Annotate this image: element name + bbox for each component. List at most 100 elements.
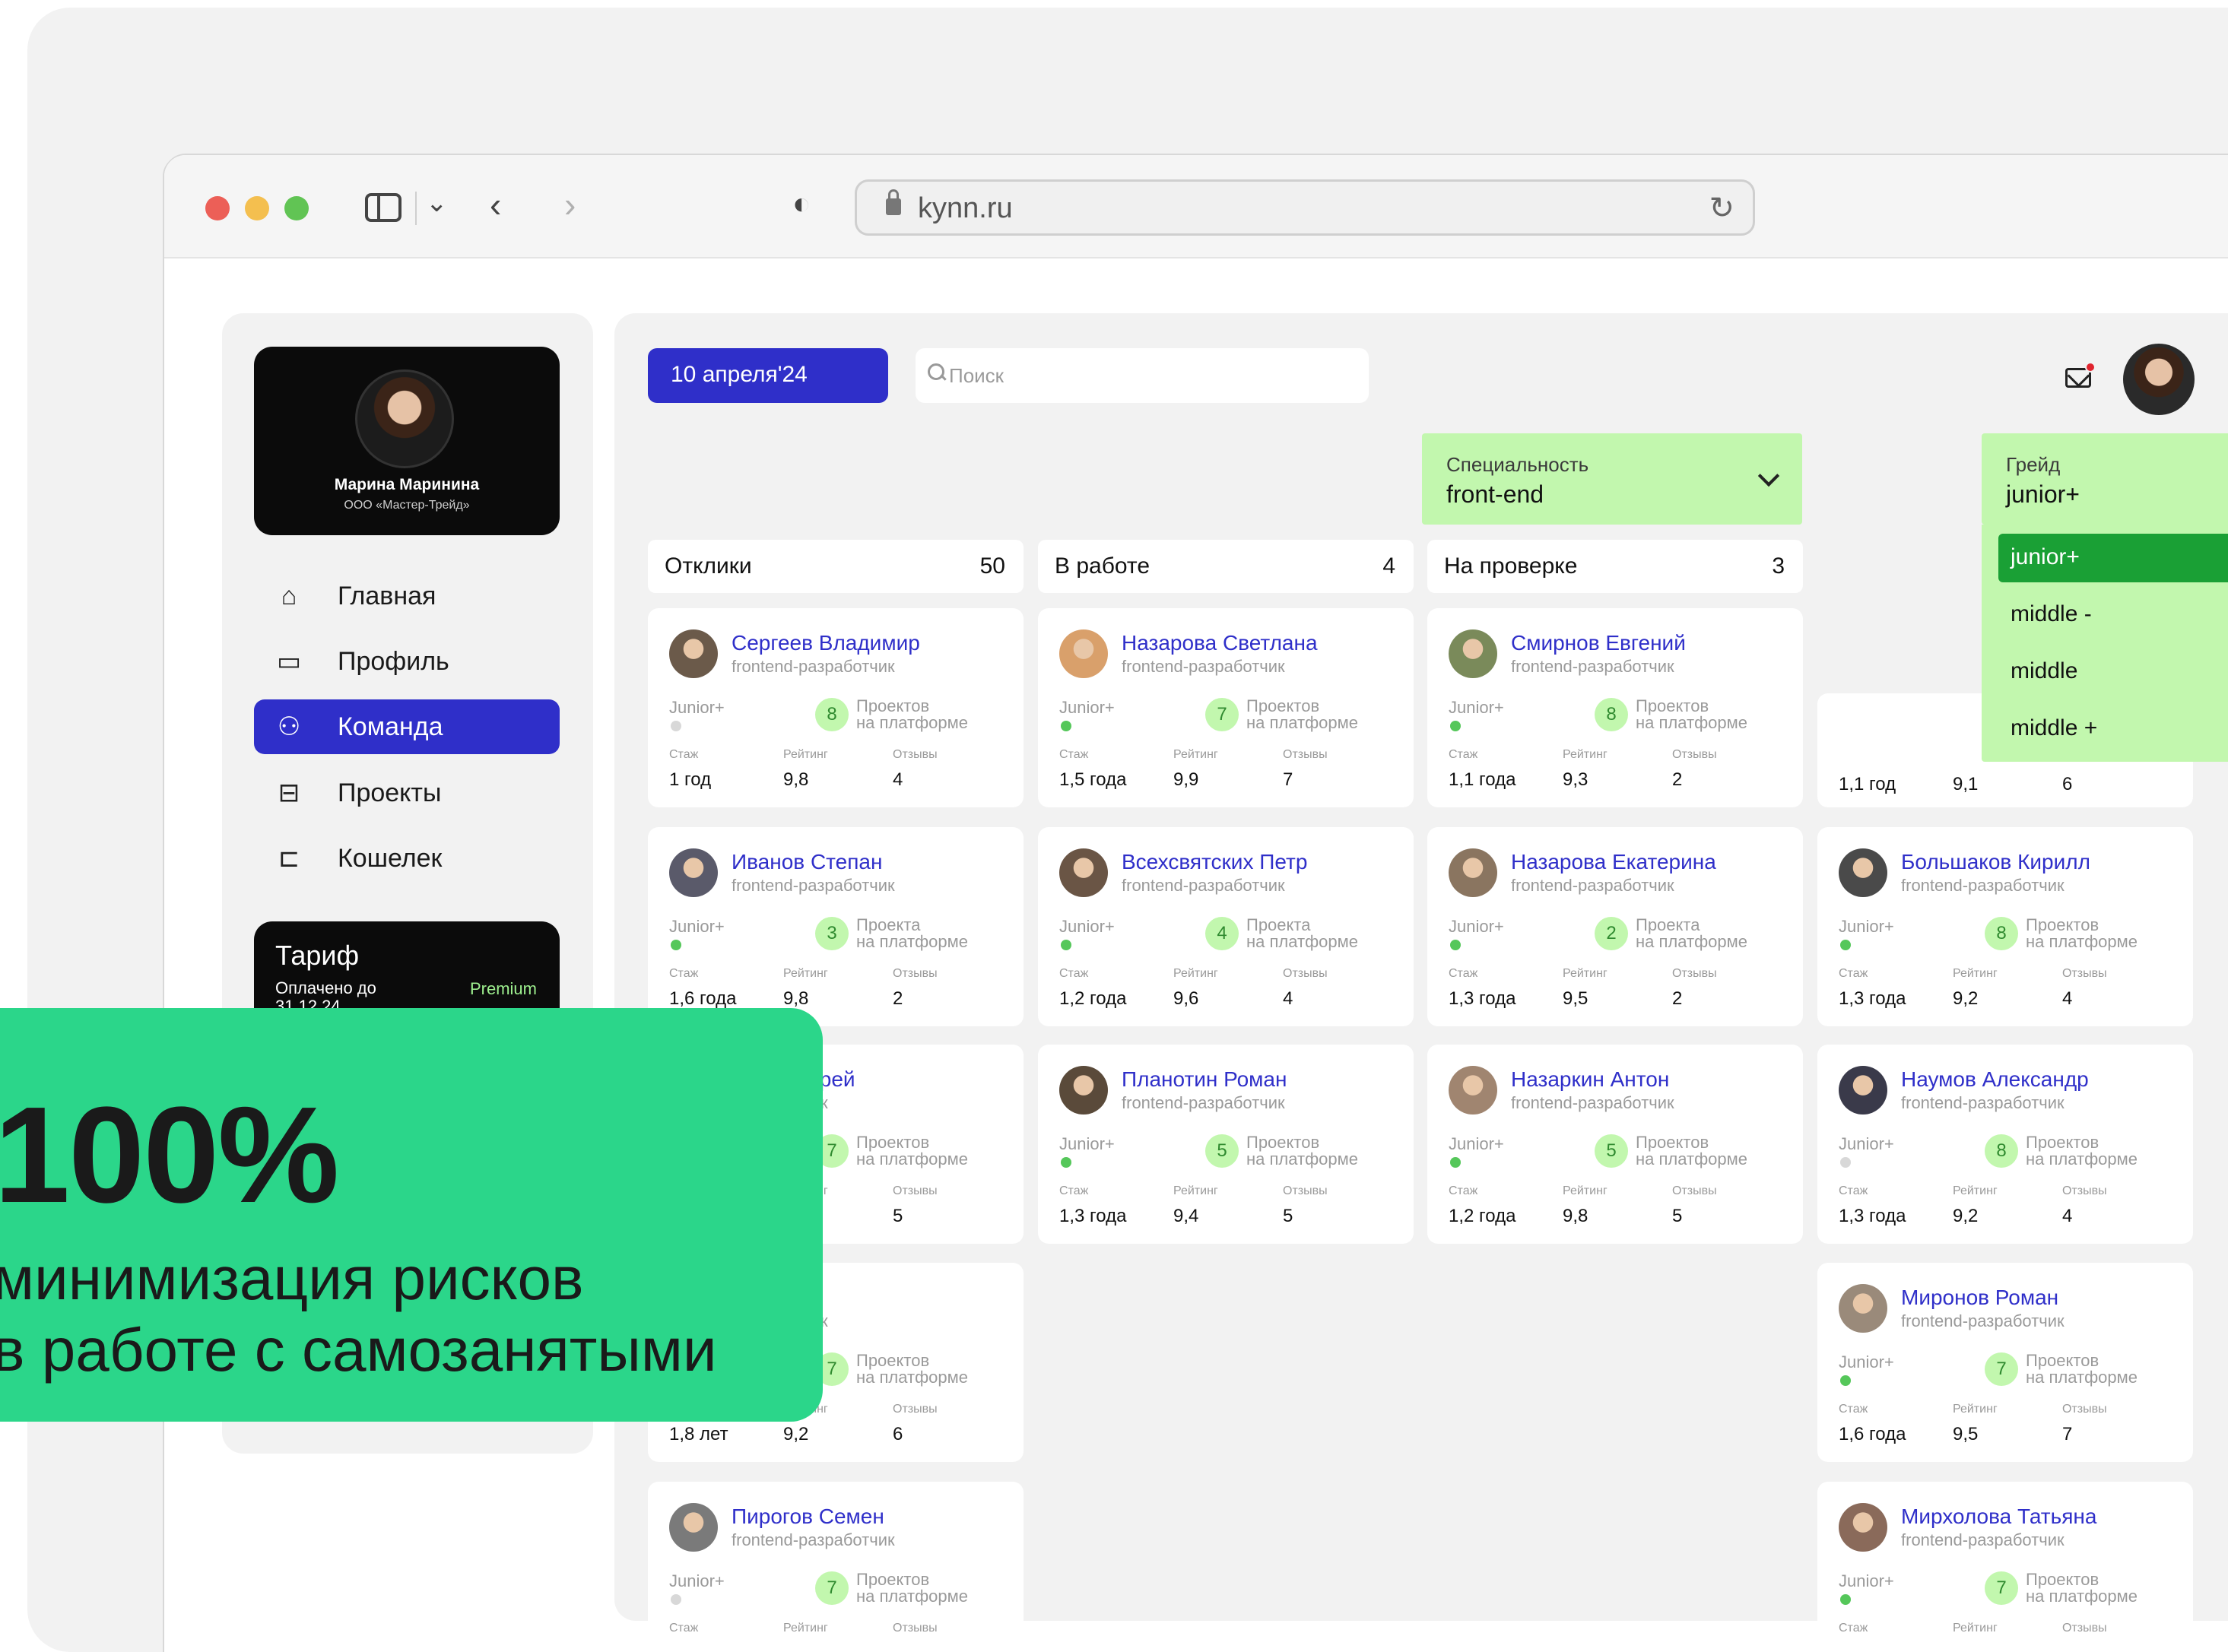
- stat-label-experience: Стаж: [1059, 748, 1089, 761]
- projects-word: Проектов: [856, 1133, 930, 1152]
- stat-label-rating: Рейтинг: [1563, 1184, 1608, 1197]
- on-platform-label: на платформе: [1636, 1149, 1748, 1168]
- back-icon[interactable]: ‹: [490, 187, 501, 222]
- stat-label-rating: Рейтинг: [1173, 967, 1218, 980]
- sidebar-item-1[interactable]: ▭ Профиль: [254, 634, 560, 689]
- stat-label-experience: Стаж: [1449, 967, 1478, 980]
- on-platform-label: на платформе: [856, 1587, 969, 1606]
- sidebar-item-0[interactable]: ⌂ Главная: [254, 569, 560, 623]
- main-panel: 10 апреля'24 Специальность front-end Гре…: [614, 313, 2228, 1652]
- candidate-name[interactable]: Миронов Роман: [1901, 1286, 2058, 1310]
- candidate-card[interactable]: Назарова Светлана frontend-разработчик Jun…: [1038, 608, 1414, 807]
- projects-count-badge: 8: [1985, 917, 2018, 950]
- on-platform-label: на платформе: [1246, 932, 1359, 951]
- candidate-name[interactable]: Смирнов Евгений: [1511, 631, 1686, 655]
- stat-label-rating: Рейтинг: [1173, 748, 1218, 761]
- candidate-card[interactable]: Сергеев Владимир frontend-разработчик Juni…: [648, 608, 1024, 807]
- chevron-down-icon[interactable]: ⌄: [426, 190, 448, 216]
- stat-label-rating: Рейтинг: [1173, 1184, 1218, 1197]
- candidate-name[interactable]: Назарова Светлана: [1122, 631, 1318, 655]
- stat-label-reviews: Отзывы: [893, 748, 938, 761]
- lock-icon: [886, 189, 901, 215]
- candidate-role: frontend-разработчик: [732, 876, 895, 895]
- stat-value-rating: 9,2: [1953, 1206, 1979, 1226]
- verified-icon: [1061, 1157, 1071, 1168]
- on-platform-label: на платформе: [1636, 713, 1748, 732]
- shield-icon[interactable]: ◐: [792, 189, 811, 219]
- candidate-card[interactable]: Планотин Роман frontend-разработчик Junior…: [1038, 1045, 1414, 1244]
- candidate-name[interactable]: Наумов Александр: [1901, 1067, 2089, 1092]
- candidate-card[interactable]: Мирхолова Татьяна frontend-разработчик Jun…: [1817, 1482, 2193, 1652]
- candidate-card[interactable]: Назаркин Антон frontend-разработчик Junior…: [1427, 1045, 1803, 1244]
- candidate-grade: Junior+: [669, 1571, 725, 1590]
- stat-label-rating: Рейтинг: [783, 967, 828, 980]
- candidate-name[interactable]: Пирогов Семен: [732, 1505, 884, 1529]
- unverified-icon: [671, 1594, 681, 1605]
- toolbar-divider: [415, 192, 417, 225]
- candidate-card[interactable]: Наумов Александр frontend-разработчик Juni…: [1817, 1045, 2193, 1244]
- stat-value-rating: 9,5: [1563, 988, 1588, 1009]
- projects-word: Проектов: [2026, 1133, 2099, 1152]
- stat-value-rating: 9,1: [1953, 774, 1979, 794]
- stat-label-experience: Стаж: [669, 748, 699, 761]
- sidebar-item-label: Главная: [338, 581, 436, 610]
- stat-label-reviews: Отзывы: [1672, 967, 1717, 980]
- search-box[interactable]: [916, 348, 1369, 403]
- projects-label: Проектов на платформе: [1246, 1134, 1398, 1168]
- search-input[interactable]: [949, 348, 1352, 403]
- candidate-name[interactable]: Назаркин Антон: [1511, 1067, 1669, 1092]
- sidebar-item-4[interactable]: ⊏ Кошелек: [254, 831, 560, 886]
- forward-icon[interactable]: ›: [564, 187, 576, 222]
- candidate-name[interactable]: Мирхолова Татьяна: [1901, 1505, 2096, 1529]
- projects-count-badge: 7: [1985, 1352, 2018, 1386]
- candidate-card[interactable]: Смирнов Евгений frontend-разработчик Junio…: [1427, 608, 1803, 807]
- sidebar-item-3[interactable]: ⊟ Проекты: [254, 766, 560, 820]
- projects-word: Проекта: [1246, 915, 1311, 934]
- specialty-filter[interactable]: Специальность front-end: [1422, 433, 1802, 525]
- candidate-name[interactable]: Назарова Екатерина: [1511, 850, 1716, 874]
- candidate-card[interactable]: Пирогов Семен frontend-разработчик Junior+…: [648, 1482, 1024, 1652]
- candidate-name[interactable]: Всехсвятских Петр: [1122, 850, 1307, 874]
- profile-org: ООО «Мастер-Трейд»: [344, 499, 470, 512]
- close-window-button[interactable]: [205, 196, 230, 220]
- promo-banner: 100% минимизация рисков в работе с самоз…: [0, 1008, 823, 1422]
- search-icon: [926, 362, 946, 382]
- column-header: В работе 4: [1038, 540, 1414, 593]
- minimize-window-button[interactable]: [245, 196, 269, 220]
- reload-icon[interactable]: ↻: [1709, 191, 1734, 226]
- projects-count-badge: 2: [1595, 917, 1628, 950]
- stat-label-experience: Стаж: [1839, 1622, 1868, 1635]
- profile-card[interactable]: Марина Маринина ООО «Мастер-Трейд»: [254, 347, 560, 535]
- stat-value-reviews: 4: [2062, 1206, 2073, 1226]
- date-button[interactable]: 10 апреля'24: [648, 348, 888, 403]
- grade-filter[interactable]: Грейд junior+: [1982, 433, 2228, 525]
- projects-label: Проекта на платформе: [856, 917, 1008, 950]
- sidebar-item-2[interactable]: ⚇ Команда: [254, 699, 560, 754]
- candidate-card[interactable]: Назарова Екатерина frontend-разработчик Ju…: [1427, 827, 1803, 1026]
- candidate-card[interactable]: Большаков Кирилл frontend-разработчик Juni…: [1817, 827, 2193, 1026]
- candidate-name[interactable]: Сергеев Владимир: [732, 631, 920, 655]
- address-bar[interactable]: kynn.ru ↻: [855, 179, 1755, 236]
- candidate-name[interactable]: Иванов Степан: [732, 850, 882, 874]
- candidate-name[interactable]: Планотин Роман: [1122, 1067, 1287, 1092]
- sidebar-toggle-icon[interactable]: [365, 193, 401, 222]
- grade-option[interactable]: middle +: [1998, 705, 2228, 753]
- projects-label: Проектов на платформе: [856, 1571, 1008, 1605]
- candidate-card[interactable]: Всехсвятских Петр frontend-разработчик Jun…: [1038, 827, 1414, 1026]
- on-platform-label: на платформе: [856, 1368, 969, 1387]
- stat-value-reviews: 7: [1283, 769, 1293, 790]
- candidate-card[interactable]: Иванов Степан frontend-разработчик Junior+…: [648, 827, 1024, 1026]
- avatar: [1059, 848, 1108, 897]
- column-title: Отклики: [665, 553, 752, 579]
- candidate-name[interactable]: Большаков Кирилл: [1901, 850, 2090, 874]
- grade-option[interactable]: middle -: [1998, 591, 2228, 639]
- stat-value-reviews: 6: [893, 1424, 903, 1444]
- stat-value-experience: 1,5 года: [1059, 769, 1127, 790]
- maximize-window-button[interactable]: [284, 196, 309, 220]
- grade-option[interactable]: middle: [1998, 648, 2228, 696]
- grade-option[interactable]: junior+: [1998, 534, 2228, 582]
- stat-value-rating: 9,2: [1953, 988, 1979, 1009]
- candidate-role: frontend-разработчик: [1511, 657, 1674, 676]
- candidate-card[interactable]: Миронов Роман frontend-разработчик Junior+…: [1817, 1263, 2193, 1462]
- user-avatar[interactable]: [2123, 344, 2195, 415]
